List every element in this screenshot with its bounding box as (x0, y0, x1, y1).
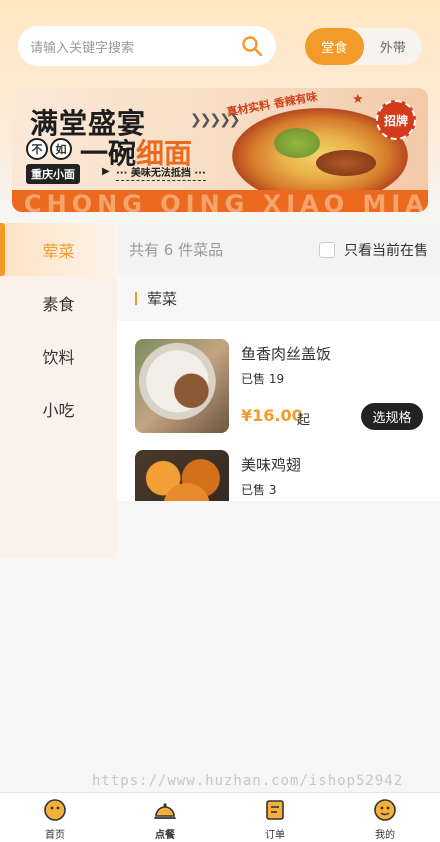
orders-list-icon (266, 800, 284, 820)
star-icon: ★ (352, 92, 364, 107)
list-header: 共有 6 件菜品 只看当前在售 (117, 223, 440, 276)
profile-face-icon (374, 799, 396, 821)
category-sidebar: 荤菜 素食 饮料 小吃 (0, 223, 117, 558)
tab-profile[interactable]: 我的 (330, 793, 440, 842)
home-face-icon (44, 799, 66, 821)
category-item-meat[interactable]: 荤菜 (0, 223, 117, 276)
select-spec-button[interactable]: 选规格 (361, 403, 423, 430)
banner-signature-badge: 招牌 (376, 100, 416, 140)
tab-label: 订单 (265, 830, 285, 841)
banner-english-text: CHONG QING XIAO MIAN (24, 190, 428, 212)
tab-home[interactable]: 首页 (0, 793, 110, 842)
dish-price-unit: 起 (297, 413, 311, 428)
dish-count: 共有 6 件菜品 (129, 241, 224, 259)
tab-order[interactable]: 点餐 (110, 793, 220, 842)
search-icon[interactable] (240, 34, 264, 58)
tab-label: 我的 (375, 830, 395, 841)
watermark-text: https://www.huzhan.com/ishop52942 (92, 773, 404, 789)
section-title: 荤菜 (147, 290, 178, 308)
search-input[interactable]: 请输入关键字搜索 (30, 37, 240, 56)
tab-label: 首页 (45, 830, 65, 841)
tab-orders[interactable]: 订单 (220, 793, 330, 842)
takeout-option[interactable]: 外带 (364, 28, 423, 65)
dish-image[interactable] (135, 450, 229, 501)
banner-circle-char: 如 (50, 138, 72, 160)
promo-banner[interactable]: 满堂盛宴 ❯❯❯❯❯ 不 如 一碗细面 重庆小面 ▶ ··· 美味无法抵挡 ··… (12, 88, 428, 212)
dish-sold-count: 已售 19 (241, 372, 285, 386)
tab-label: 点餐 (155, 830, 175, 841)
section-header: 荤菜 (117, 276, 440, 321)
banner-circle-char: 不 (26, 138, 48, 160)
order-bell-icon (154, 803, 176, 819)
greens-topping-image (274, 128, 320, 158)
dish-list: 鱼香肉丝盖饭 已售 19 ¥16.00 起 选规格 美味鸡翅 已售 3 (117, 321, 440, 501)
banner-tag: 重庆小面 (26, 164, 80, 184)
dine-in-option[interactable]: 堂食 (305, 28, 364, 65)
on-sale-only-label[interactable]: 只看当前在售 (344, 240, 428, 260)
dish-sold-count: 已售 3 (241, 483, 277, 497)
category-item-snacks[interactable]: 小吃 (0, 382, 117, 435)
dish-item[interactable]: 美味鸡翅 已售 3 (135, 450, 435, 501)
section-accent-bar (135, 292, 137, 305)
dine-mode-toggle[interactable]: 堂食 外带 (305, 28, 422, 65)
search-bar[interactable]: 请输入关键字搜索 (18, 26, 276, 66)
category-item-drinks[interactable]: 饮料 (0, 329, 117, 382)
banner-subtitle: ··· 美味无法抵挡 ··· (116, 164, 206, 181)
dish-image[interactable] (135, 339, 229, 433)
play-triangle-icon: ▶ (102, 166, 110, 177)
meat-topping-image (316, 150, 376, 176)
dish-item[interactable]: 鱼香肉丝盖饭 已售 19 ¥16.00 起 选规格 (135, 339, 435, 451)
dish-name: 鱼香肉丝盖饭 (241, 345, 332, 363)
dish-price: ¥16.00 (241, 406, 303, 425)
category-item-vegetarian[interactable]: 素食 (0, 276, 117, 329)
bottom-tab-bar: 首页 点餐 订单 我的 (0, 792, 440, 842)
on-sale-only-checkbox[interactable] (319, 241, 335, 258)
dish-name: 美味鸡翅 (241, 456, 302, 474)
